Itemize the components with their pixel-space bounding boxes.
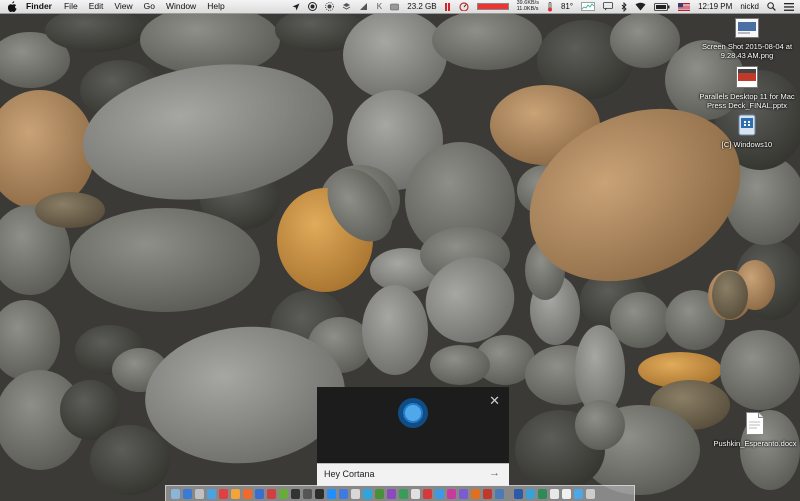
menu-view[interactable]: View <box>114 0 132 13</box>
wireless-signal-icon[interactable] <box>359 2 368 11</box>
dock-app-icon[interactable] <box>537 488 547 499</box>
dock-app-icon[interactable] <box>494 488 504 499</box>
menu-go[interactable]: Go <box>144 0 155 13</box>
dock-app-icon[interactable] <box>230 488 240 499</box>
dock-app-icon[interactable] <box>254 488 264 499</box>
dock-app-icon[interactable] <box>362 488 372 499</box>
dock-app-icon[interactable] <box>350 488 360 499</box>
cortana-dark-area: ✕ <box>317 387 509 463</box>
spotlight-search-icon[interactable] <box>767 2 776 11</box>
network-speed-readout[interactable]: 39.6KB/s 11.0KB/s <box>516 0 539 12</box>
brightness-icon[interactable] <box>325 2 335 11</box>
dock <box>165 485 635 501</box>
dock-app-icon[interactable] <box>194 488 204 499</box>
dock-app-icon[interactable] <box>242 488 252 499</box>
cortana-search-bar[interactable]: Hey Cortana → <box>317 463 509 486</box>
dock-app-icon[interactable] <box>182 488 192 499</box>
dock-app-icon[interactable] <box>410 488 420 499</box>
close-icon[interactable]: ✕ <box>489 394 500 407</box>
k-icon[interactable]: K <box>376 2 382 11</box>
menu-file[interactable]: File <box>64 0 78 13</box>
cortana-ring-icon[interactable] <box>398 398 428 428</box>
dock-app-icon[interactable] <box>374 488 384 499</box>
desktop-icon-pptx[interactable]: Parallels Desktop 11 for Mac Press Deck_… <box>697 66 797 110</box>
wifi-icon[interactable] <box>635 2 646 11</box>
desktop-icon-label: Screen Shot 2015-08-04 at 9.28.43 AM.png <box>701 42 793 60</box>
dock-app-icon[interactable] <box>525 488 535 499</box>
memory-meter[interactable] <box>476 3 509 10</box>
dock-app-icon[interactable] <box>218 488 228 499</box>
dock-app-icon[interactable] <box>561 488 571 499</box>
dock-app-icon[interactable] <box>338 488 348 499</box>
menu-bar: Finder File Edit View Go Window Help K 2… <box>0 0 800 14</box>
arrow-right-icon[interactable]: → <box>489 467 500 479</box>
dock-app-icon[interactable] <box>422 488 432 499</box>
dock-app-icon[interactable] <box>446 488 456 499</box>
temperature-text: 81° <box>560 2 574 11</box>
speedometer-icon[interactable] <box>459 2 469 11</box>
bluetooth-icon[interactable] <box>621 1 627 12</box>
hard-drive-icon[interactable] <box>390 3 400 11</box>
location-arrow-icon[interactable] <box>292 3 300 11</box>
menu-help[interactable]: Help <box>207 0 224 13</box>
dock-app-icon[interactable] <box>302 488 312 499</box>
battery-icon[interactable] <box>654 2 670 11</box>
trash-icon[interactable] <box>585 488 595 499</box>
disk-free-text: 23.2 GB <box>407 2 437 11</box>
dock-app-icon[interactable] <box>513 488 523 499</box>
desktop-icon-label: [C] Windows10 <box>721 140 773 149</box>
dock-app-icon[interactable] <box>482 488 492 499</box>
clock-text[interactable]: 12:19 PM <box>698 2 732 11</box>
desktop-icon-label: Pushkin_Esperanto.docx <box>713 439 797 448</box>
layers-icon[interactable] <box>342 2 351 11</box>
drive-icon <box>697 114 797 138</box>
dock-app-icon[interactable] <box>398 488 408 499</box>
parallels-bars-icon[interactable] <box>444 2 451 11</box>
dock-separator <box>508 487 509 500</box>
menu-edit[interactable]: Edit <box>89 0 104 13</box>
menu-window[interactable]: Window <box>166 0 196 13</box>
desktop-icon-windows10-drive[interactable]: [C] Windows10 <box>697 114 797 149</box>
cortana-prompt-text: Hey Cortana <box>324 469 375 479</box>
notification-message-icon[interactable] <box>603 2 613 11</box>
dock-app-icon[interactable] <box>458 488 468 499</box>
desktop-icon-docx[interactable]: Pushkin_Esperanto.docx <box>705 412 800 448</box>
pptx-file-icon <box>697 66 797 90</box>
dock-app-icon[interactable] <box>386 488 396 499</box>
desktop-icon-label: Parallels Desktop 11 for Mac Press Deck_… <box>699 92 795 110</box>
dock-app-icon[interactable] <box>266 488 276 499</box>
thermometer-icon[interactable] <box>547 1 553 12</box>
dock-app-icon[interactable] <box>290 488 300 499</box>
docx-file-icon <box>705 412 800 437</box>
desktop-icon-screenshot[interactable]: Screen Shot 2015-08-04 at 9.28.43 AM.png <box>697 18 797 60</box>
net-down-text: 11.0KB/s <box>516 5 539 12</box>
screenshot-file-icon <box>697 18 797 40</box>
dock-app-icon[interactable] <box>278 488 288 499</box>
record-icon[interactable] <box>308 2 318 11</box>
menu-app-name[interactable]: Finder <box>26 0 52 13</box>
dock-app-icon[interactable] <box>314 488 324 499</box>
dock-app-icon[interactable] <box>170 488 180 499</box>
cpu-graph-icon[interactable] <box>581 2 595 11</box>
dock-app-icon[interactable] <box>573 488 583 499</box>
dock-app-icon[interactable] <box>470 488 480 499</box>
flag-icon[interactable] <box>678 2 691 11</box>
notification-center-icon[interactable] <box>784 2 794 11</box>
apple-menu-icon[interactable] <box>8 1 18 12</box>
dock-app-icon[interactable] <box>434 488 444 499</box>
dock-app-icon[interactable] <box>549 488 559 499</box>
dock-app-icon[interactable] <box>206 488 216 499</box>
dock-app-icon[interactable] <box>326 488 336 499</box>
status-menu-area: K 23.2 GB 39.6KB/s 11.0KB/s 81° 12:19 PM … <box>288 0 800 13</box>
user-name[interactable]: nickd <box>740 2 759 11</box>
cortana-panel: ✕ Hey Cortana → <box>317 387 509 486</box>
